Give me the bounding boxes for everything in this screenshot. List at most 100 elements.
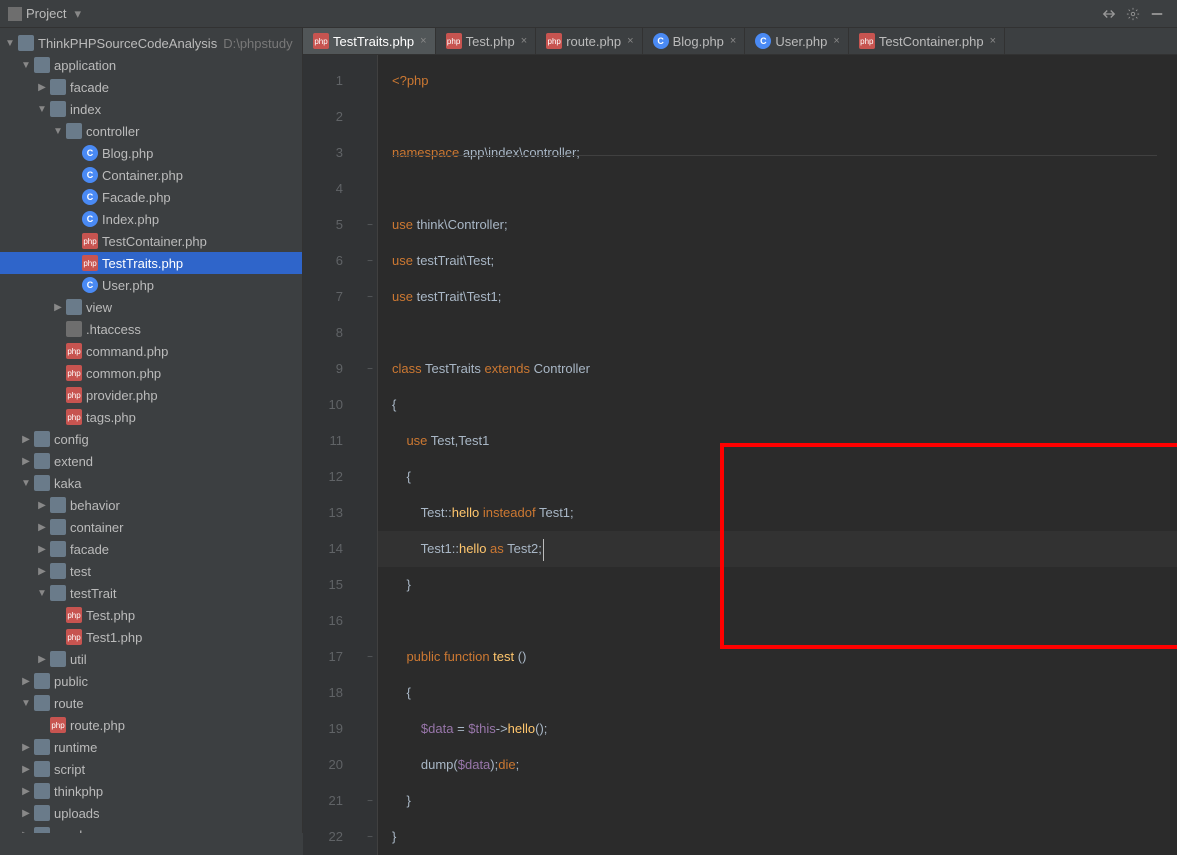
tab-close-icon[interactable]: ×	[420, 35, 426, 47]
fold-marker[interactable]: −	[363, 639, 377, 675]
fold-marker[interactable]	[363, 135, 377, 171]
fold-marker[interactable]	[363, 315, 377, 351]
tab-close-icon[interactable]: ×	[521, 35, 527, 47]
line-number: 10	[303, 387, 363, 423]
tree-item-provider-php[interactable]: phpprovider.php	[0, 384, 302, 406]
project-tree[interactable]: ▼ThinkPHPSourceCodeAnalysisD:\phpstudy▼a…	[0, 28, 303, 833]
tree-item-test[interactable]: ▶test	[0, 560, 302, 582]
fold-marker[interactable]	[363, 675, 377, 711]
line-number: 11	[303, 423, 363, 459]
line-number: 13	[303, 495, 363, 531]
tree-item-Container-php[interactable]: CContainer.php	[0, 164, 302, 186]
line-number: 9	[303, 351, 363, 387]
tree-item-container[interactable]: ▶container	[0, 516, 302, 538]
line-number: 18	[303, 675, 363, 711]
tab-TestTraits-php[interactable]: phpTestTraits.php×	[303, 28, 436, 54]
tree-item-TestTraits-php[interactable]: phpTestTraits.php	[0, 252, 302, 274]
editor-area: phpTestTraits.php×phpTest.php×phproute.p…	[303, 28, 1177, 833]
tree-item-Blog-php[interactable]: CBlog.php	[0, 142, 302, 164]
code-area: 12345678910111213141516171819202122 −−−−…	[303, 55, 1177, 855]
tree-item-route[interactable]: ▼route	[0, 692, 302, 714]
fold-marker[interactable]	[363, 63, 377, 99]
line-number: 3	[303, 135, 363, 171]
tree-item-config[interactable]: ▶config	[0, 428, 302, 450]
fold-marker[interactable]: −	[363, 279, 377, 315]
tree-item-view[interactable]: ▶view	[0, 296, 302, 318]
tree-item-facade[interactable]: ▶facade	[0, 76, 302, 98]
tree-item--htaccess[interactable]: .htaccess	[0, 318, 302, 340]
editor-tabs: phpTestTraits.php×phpTest.php×phproute.p…	[303, 28, 1177, 55]
tree-item-public[interactable]: ▶public	[0, 670, 302, 692]
tree-item-vendor[interactable]: ▶vendor	[0, 824, 302, 833]
tree-item-Test1-php[interactable]: phpTest1.php	[0, 626, 302, 648]
tree-item-route-php[interactable]: phproute.php	[0, 714, 302, 736]
tab-User-php[interactable]: CUser.php×	[745, 28, 848, 54]
main-area: ▼ThinkPHPSourceCodeAnalysisD:\phpstudy▼a…	[0, 28, 1177, 833]
line-number: 4	[303, 171, 363, 207]
line-gutter: 12345678910111213141516171819202122	[303, 55, 363, 855]
tree-item-kaka[interactable]: ▼kaka	[0, 472, 302, 494]
project-icon	[8, 7, 22, 21]
tree-item-User-php[interactable]: CUser.php	[0, 274, 302, 296]
tree-item-uploads[interactable]: ▶uploads	[0, 802, 302, 824]
line-number: 6	[303, 243, 363, 279]
fold-marker[interactable]	[363, 99, 377, 135]
top-bar: Project ▾	[0, 0, 1177, 28]
tab-close-icon[interactable]: ×	[990, 35, 996, 47]
fold-marker[interactable]: −	[363, 783, 377, 819]
tab-close-icon[interactable]: ×	[627, 35, 633, 47]
tree-item-testTrait[interactable]: ▼testTrait	[0, 582, 302, 604]
line-number: 14	[303, 531, 363, 567]
collapse-icon[interactable]	[1101, 6, 1117, 22]
fold-marker[interactable]	[363, 747, 377, 783]
fold-marker[interactable]	[363, 387, 377, 423]
tree-item-thinkphp[interactable]: ▶thinkphp	[0, 780, 302, 802]
fold-marker[interactable]	[363, 603, 377, 639]
tree-item-behavior[interactable]: ▶behavior	[0, 494, 302, 516]
line-number: 8	[303, 315, 363, 351]
project-label[interactable]: Project	[26, 6, 66, 21]
fold-marker[interactable]	[363, 459, 377, 495]
fold-marker[interactable]: −	[363, 243, 377, 279]
line-number: 21	[303, 783, 363, 819]
fold-marker[interactable]	[363, 171, 377, 207]
tree-item-Index-php[interactable]: CIndex.php	[0, 208, 302, 230]
settings-icon[interactable]	[1125, 6, 1141, 22]
fold-marker[interactable]	[363, 495, 377, 531]
fold-marker[interactable]	[363, 423, 377, 459]
line-number: 15	[303, 567, 363, 603]
tree-item-controller[interactable]: ▼controller	[0, 120, 302, 142]
tree-item-Facade-php[interactable]: CFacade.php	[0, 186, 302, 208]
tree-item-application[interactable]: ▼application	[0, 54, 302, 76]
tree-item-index[interactable]: ▼index	[0, 98, 302, 120]
tree-item-util[interactable]: ▶util	[0, 648, 302, 670]
fold-marker[interactable]	[363, 711, 377, 747]
tree-item-facade[interactable]: ▶facade	[0, 538, 302, 560]
fold-marker[interactable]	[363, 531, 377, 567]
tree-item-common-php[interactable]: phpcommon.php	[0, 362, 302, 384]
tree-item-ThinkPHPSourceCodeAnalysis[interactable]: ▼ThinkPHPSourceCodeAnalysisD:\phpstudy	[0, 32, 302, 54]
dropdown-icon[interactable]: ▾	[74, 6, 81, 22]
tab-TestContainer-php[interactable]: phpTestContainer.php×	[849, 28, 1005, 54]
tree-item-command-php[interactable]: phpcommand.php	[0, 340, 302, 362]
tab-close-icon[interactable]: ×	[730, 35, 736, 47]
fold-marker[interactable]: −	[363, 351, 377, 387]
fold-marker[interactable]	[363, 567, 377, 603]
tree-item-runtime[interactable]: ▶runtime	[0, 736, 302, 758]
tree-item-Test-php[interactable]: phpTest.php	[0, 604, 302, 626]
tree-item-TestContainer-php[interactable]: phpTestContainer.php	[0, 230, 302, 252]
tab-close-icon[interactable]: ×	[833, 35, 839, 47]
code-content[interactable]: <?php namespace app\index\controller; us…	[377, 55, 1177, 855]
line-number: 1	[303, 63, 363, 99]
tab-Test-php[interactable]: phpTest.php×	[436, 28, 537, 54]
tab-Blog-php[interactable]: CBlog.php×	[643, 28, 746, 54]
tree-item-script[interactable]: ▶script	[0, 758, 302, 780]
fold-column: −−−−−−−	[363, 55, 377, 855]
fold-marker[interactable]: −	[363, 207, 377, 243]
tree-item-extend[interactable]: ▶extend	[0, 450, 302, 472]
line-number: 16	[303, 603, 363, 639]
fold-marker[interactable]: −	[363, 819, 377, 855]
tab-route-php[interactable]: phproute.php×	[536, 28, 642, 54]
tree-item-tags-php[interactable]: phptags.php	[0, 406, 302, 428]
hide-icon[interactable]	[1149, 6, 1165, 22]
